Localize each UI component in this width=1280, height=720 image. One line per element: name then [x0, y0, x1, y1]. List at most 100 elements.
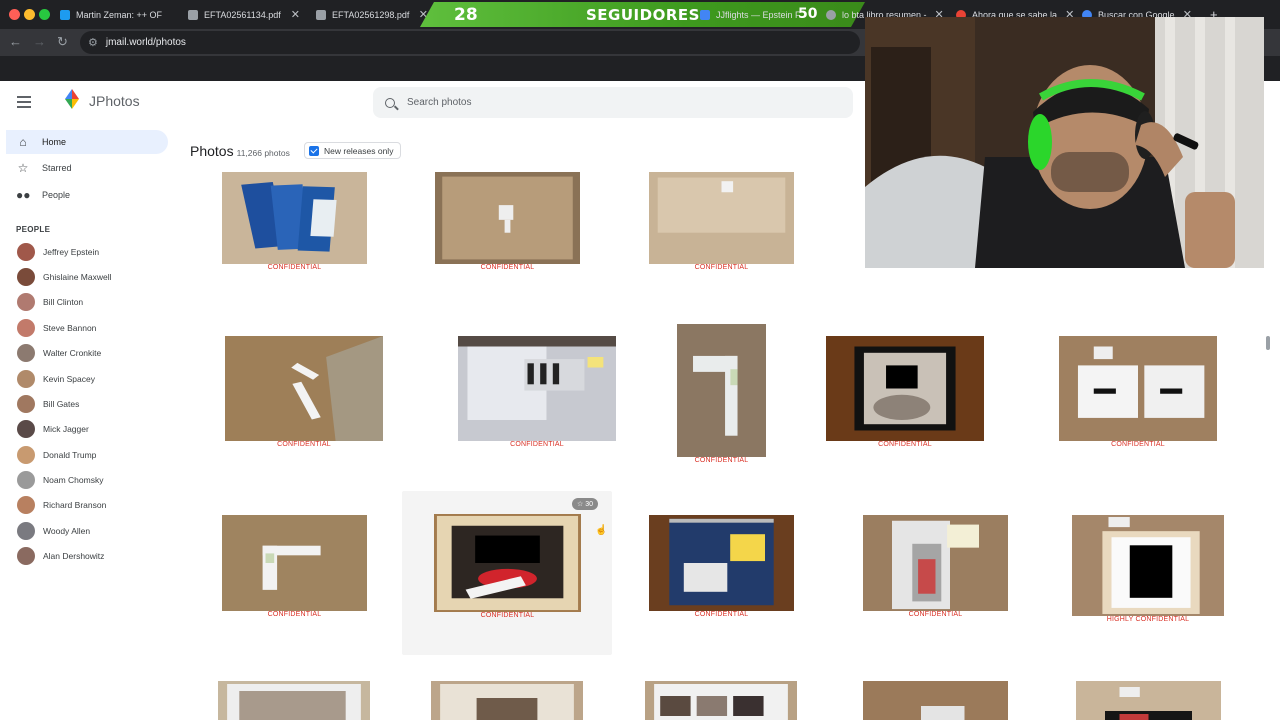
jphotos-logo-icon	[65, 89, 79, 109]
search-input[interactable]	[407, 97, 807, 108]
photo-image	[225, 336, 383, 441]
photo-thumbnail[interactable]	[222, 515, 367, 611]
photo-thumbnail[interactable]	[649, 515, 794, 611]
photo-image	[222, 172, 367, 264]
person-item[interactable]: Donald Trump	[17, 445, 96, 465]
tab-favicon-icon	[700, 9, 710, 20]
address-bar[interactable]: ⚙ jmail.world/photos	[80, 31, 860, 54]
avatar	[17, 446, 35, 464]
star-icon: ☆	[17, 161, 29, 175]
avatar	[17, 522, 35, 540]
search-bar[interactable]	[373, 87, 853, 118]
sidebar-item-people[interactable]: ●● People	[6, 183, 168, 207]
photo-image	[1059, 336, 1217, 441]
browser-tab[interactable]: EFTA02561134.pdf ✕	[180, 4, 308, 25]
photo-thumbnail[interactable]	[677, 324, 766, 457]
maximize-window-icon[interactable]	[39, 9, 50, 20]
browser-tab[interactable]: EFTA02561298.pdf ✕	[308, 4, 436, 25]
person-item[interactable]: Noam Chomsky	[17, 470, 103, 490]
reload-icon[interactable]: ↻	[57, 34, 68, 50]
avatar	[17, 293, 35, 311]
app-brand-name[interactable]: JPhotos	[89, 93, 140, 109]
avatar	[17, 268, 35, 286]
follower-count: 28	[454, 5, 478, 25]
tab-favicon-icon	[188, 9, 198, 20]
photo-image	[458, 336, 616, 441]
photo-image	[1072, 515, 1224, 616]
back-arrow-icon[interactable]: ←	[9, 34, 22, 49]
photo-image	[434, 514, 581, 612]
mouse-cursor-icon: ☝	[595, 525, 608, 536]
photo-thumbnail[interactable]	[645, 681, 797, 720]
hamburger-menu-icon[interactable]	[17, 96, 31, 108]
scrollbar-thumb[interactable]	[1266, 336, 1270, 350]
photo-thumbnail[interactable]	[1059, 336, 1217, 441]
confidential-label: CONFIDENTIAL	[480, 612, 535, 619]
person-item[interactable]: Alan Dershowitz	[17, 546, 104, 566]
tab-close-icon[interactable]: ✕	[283, 8, 300, 21]
photo-image	[222, 515, 367, 611]
people-icon: ●●	[16, 188, 31, 202]
photo-image	[677, 324, 766, 457]
photo-thumbnail[interactable]	[863, 681, 1008, 720]
confidential-label: CONFIDENTIAL	[267, 264, 322, 271]
search-icon[interactable]	[385, 97, 395, 108]
tab-favicon-icon	[826, 9, 836, 20]
photo-thumbnail[interactable]	[1076, 681, 1221, 720]
person-item[interactable]: Woody Allen	[17, 521, 90, 541]
confidential-label: CONFIDENTIAL	[267, 611, 322, 618]
photo-thumbnail[interactable]	[458, 336, 616, 441]
photo-thumbnail[interactable]	[225, 336, 383, 441]
photo-thumbnail[interactable]	[218, 681, 370, 720]
close-window-icon[interactable]	[9, 9, 20, 20]
photo-thumbnail[interactable]	[826, 336, 984, 441]
avatar	[17, 395, 35, 413]
avatar	[17, 344, 35, 362]
confidential-label: CONFIDENTIAL	[908, 611, 963, 618]
confidential-label: CONFIDENTIAL	[480, 264, 535, 271]
person-item[interactable]: Kevin Spacey	[17, 369, 95, 389]
confidential-label: CONFIDENTIAL	[1111, 441, 1165, 448]
person-item[interactable]: Bill Clinton	[17, 292, 83, 312]
person-item[interactable]: Walter Cronkite	[17, 343, 101, 363]
person-item[interactable]: Bill Gates	[17, 394, 79, 414]
site-settings-icon[interactable]: ⚙	[88, 36, 98, 49]
photo-thumbnail[interactable]	[863, 515, 1008, 611]
browser-tab[interactable]: JJflights — Epstein Fli	[692, 4, 800, 25]
photo-thumbnail[interactable]	[434, 514, 581, 612]
photo-thumbnail[interactable]	[222, 172, 367, 264]
photo-thumbnail[interactable]	[649, 172, 794, 264]
avatar	[17, 243, 35, 261]
photo-thumbnail[interactable]	[435, 172, 580, 264]
checkbox-checked-icon[interactable]	[309, 145, 319, 156]
sidebar-item-starred[interactable]: ☆ Starred	[6, 156, 168, 180]
photo-image	[1076, 681, 1221, 720]
photo-image	[645, 681, 797, 720]
confidential-label: CONFIDENTIAL	[277, 441, 331, 448]
star-icon: ☆	[577, 501, 584, 508]
person-item[interactable]: Richard Branson	[17, 495, 106, 515]
person-item[interactable]: Ghislaine Maxwell	[17, 267, 112, 287]
new-releases-filter[interactable]: New releases only	[304, 142, 402, 159]
confidential-label: CONFIDENTIAL	[694, 264, 749, 271]
browser-tab[interactable]: Martin Zeman: ++ OF	[52, 4, 180, 25]
person-item[interactable]: Steve Bannon	[17, 318, 96, 338]
person-item[interactable]: Mick Jagger	[17, 419, 89, 439]
confidential-label: CONFIDENTIAL	[510, 441, 564, 448]
star-count-badge[interactable]: ☆ 30	[572, 498, 599, 510]
forward-arrow-icon[interactable]: →	[33, 34, 46, 49]
minimize-window-icon[interactable]	[24, 9, 35, 20]
photo-image	[649, 515, 794, 611]
url-text: jmail.world/photos	[105, 37, 186, 48]
sidebar-item-home[interactable]: ⌂ Home	[6, 130, 168, 154]
photo-thumbnail[interactable]	[431, 681, 583, 720]
avatar	[17, 370, 35, 388]
photo-count: 11,266 photos	[236, 148, 290, 158]
sidebar: ⌂ Home ☆ Starred ●● People PEOPLE Jeffre…	[0, 125, 172, 720]
tab-favicon-icon	[60, 9, 70, 20]
home-icon: ⌂	[19, 135, 27, 149]
photo-thumbnail[interactable]	[1072, 515, 1224, 616]
avatar	[17, 547, 35, 565]
person-item[interactable]: Jeffrey Epstein	[17, 242, 99, 262]
photo-image	[863, 681, 1008, 720]
